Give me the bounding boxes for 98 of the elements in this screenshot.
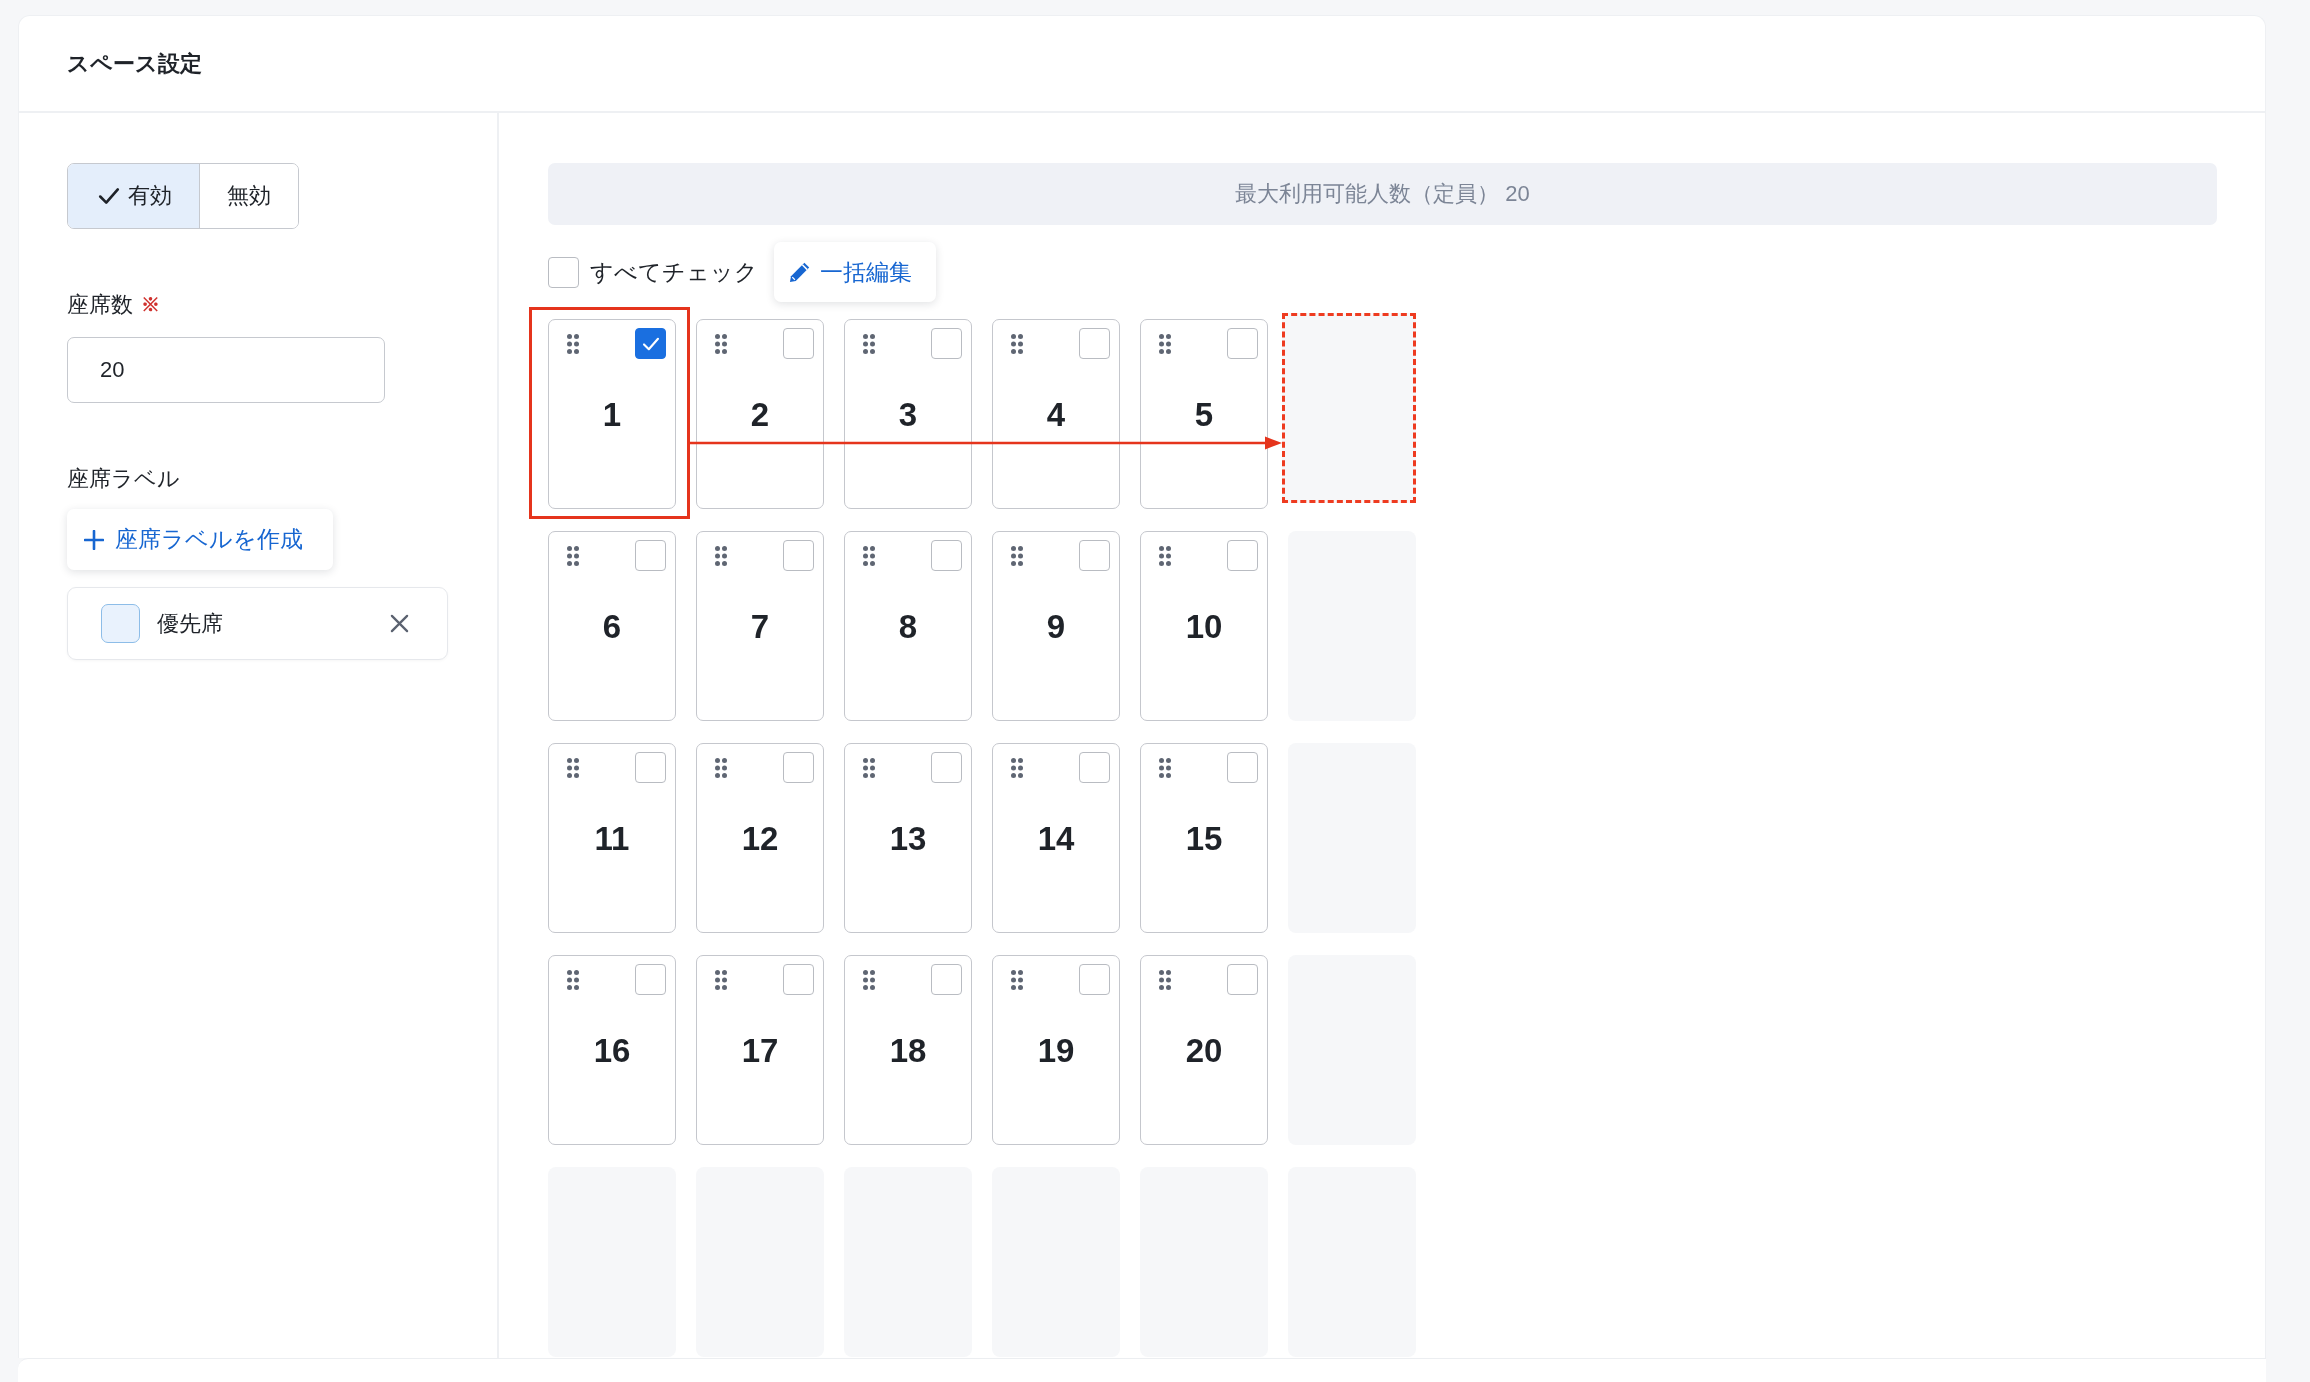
seat-checkbox[interactable] xyxy=(783,328,814,359)
seat-card[interactable]: 6 xyxy=(548,531,676,721)
drag-handle-icon[interactable] xyxy=(567,758,579,778)
seat-card[interactable]: 2 xyxy=(696,319,824,509)
seat-checkbox[interactable] xyxy=(635,752,666,783)
create-label-button[interactable]: 座席ラベルを作成 xyxy=(67,509,333,570)
check-icon xyxy=(641,336,660,351)
seat-card[interactable]: 20 xyxy=(1140,955,1268,1145)
seat-number: 16 xyxy=(593,1031,631,1071)
seat-card[interactable]: 4 xyxy=(992,319,1120,509)
seat-checkbox[interactable] xyxy=(783,540,814,571)
drag-handle-icon[interactable] xyxy=(1159,334,1171,354)
seat-number: 5 xyxy=(1194,395,1214,435)
drag-handle-icon[interactable] xyxy=(863,970,875,990)
seat-checkbox[interactable] xyxy=(1079,540,1110,571)
seat-label-name: 優先席 xyxy=(157,609,224,638)
seat-checkbox[interactable] xyxy=(1079,964,1110,995)
drag-handle-icon[interactable] xyxy=(863,758,875,778)
toggle-option[interactable]: 無効 xyxy=(199,164,298,228)
seat-count-field[interactable]: 20 xyxy=(67,337,385,403)
pencil-icon xyxy=(789,261,811,283)
drag-handle-icon[interactable] xyxy=(863,546,875,566)
seat-number: 3 xyxy=(898,395,918,435)
seat-card[interactable]: 18 xyxy=(844,955,972,1145)
seat-card[interactable]: 10 xyxy=(1140,531,1268,721)
seat-checkbox[interactable] xyxy=(1079,752,1110,783)
panel-title: スペース設定 xyxy=(67,49,202,78)
seat-number: 2 xyxy=(750,395,770,435)
seat-number: 6 xyxy=(602,607,622,647)
bulk-edit-button[interactable]: 一括編集 xyxy=(774,242,936,302)
seat-card[interactable]: 15 xyxy=(1140,743,1268,933)
seat-number: 12 xyxy=(741,819,779,859)
drag-handle-icon[interactable] xyxy=(715,758,727,778)
drag-handle-icon[interactable] xyxy=(1159,758,1171,778)
required-mark: ※ xyxy=(141,293,160,317)
seat-number: 7 xyxy=(750,607,770,647)
seat-card[interactable]: 13 xyxy=(844,743,972,933)
seat-card[interactable]: 12 xyxy=(696,743,824,933)
seat-card[interactable]: 7 xyxy=(696,531,824,721)
toggle-option[interactable]: 有効 xyxy=(68,164,199,228)
drag-handle-icon[interactable] xyxy=(1011,758,1023,778)
seat-card[interactable]: 11 xyxy=(548,743,676,933)
drag-handle-icon[interactable] xyxy=(567,970,579,990)
seat-checkbox[interactable] xyxy=(1227,964,1258,995)
seat-number: 9 xyxy=(1046,607,1066,647)
seat-card[interactable]: 3 xyxy=(844,319,972,509)
drag-handle-icon[interactable] xyxy=(715,546,727,566)
seat-checkbox[interactable] xyxy=(783,752,814,783)
field-label: 座席数 xyxy=(67,291,133,319)
seat-checkbox[interactable] xyxy=(635,540,666,571)
seat-checkbox[interactable] xyxy=(635,964,666,995)
drag-handle-icon[interactable] xyxy=(567,546,579,566)
drag-handle-icon[interactable] xyxy=(1011,546,1023,566)
drag-handle-icon[interactable] xyxy=(715,334,727,354)
field-label: 座席ラベル xyxy=(67,465,180,493)
seat-card[interactable]: 5 xyxy=(1140,319,1268,509)
seat-card[interactable]: 1 xyxy=(548,319,676,509)
seat-checkbox[interactable] xyxy=(1227,328,1258,359)
seat-checkbox[interactable] xyxy=(931,752,962,783)
drag-handle-icon[interactable] xyxy=(1159,970,1171,990)
seat-card[interactable]: 17 xyxy=(696,955,824,1145)
seat-checkbox[interactable] xyxy=(931,964,962,995)
seat-number: 18 xyxy=(889,1031,927,1071)
drag-handle-icon[interactable] xyxy=(1011,970,1023,990)
plus-icon xyxy=(84,529,104,550)
seat-checkbox[interactable] xyxy=(1227,752,1258,783)
select-all-label: すべてチェック xyxy=(590,257,758,287)
seat-card[interactable]: 9 xyxy=(992,531,1120,721)
seat-checkbox[interactable] xyxy=(931,328,962,359)
seat-card[interactable]: 8 xyxy=(844,531,972,721)
seat-number: 8 xyxy=(898,607,918,647)
seat-number: 4 xyxy=(1046,395,1066,435)
seat-checkbox[interactable] xyxy=(635,328,666,359)
drag-handle-icon[interactable] xyxy=(1011,334,1023,354)
seat-card[interactable]: 19 xyxy=(992,955,1120,1145)
seat-checkbox[interactable] xyxy=(931,540,962,571)
capacity-banner: 最大利用可能人数（定員） 20 xyxy=(548,163,2217,225)
seat-number: 20 xyxy=(1185,1031,1223,1071)
seat-checkbox[interactable] xyxy=(1079,328,1110,359)
drag-handle-icon[interactable] xyxy=(1159,546,1171,566)
drag-handle-icon[interactable] xyxy=(863,334,875,354)
seat-number: 15 xyxy=(1185,819,1223,859)
check-icon xyxy=(98,187,120,205)
drag-handle-icon[interactable] xyxy=(715,970,727,990)
seat-card[interactable]: 14 xyxy=(992,743,1120,933)
seat-number: 17 xyxy=(741,1031,779,1071)
close-icon[interactable] xyxy=(390,614,409,633)
seat-number: 11 xyxy=(594,819,630,859)
seat-checkbox[interactable] xyxy=(783,964,814,995)
select-all-checkbox[interactable] xyxy=(548,256,579,288)
seat-checkbox[interactable] xyxy=(1227,540,1258,571)
seat-number: 19 xyxy=(1037,1031,1075,1071)
seat-number: 1 xyxy=(602,395,622,435)
drag-handle-icon[interactable] xyxy=(567,334,579,354)
seat-number: 14 xyxy=(1037,819,1075,859)
seat-number: 13 xyxy=(889,819,927,859)
seat-card[interactable]: 16 xyxy=(548,955,676,1145)
seat-number: 10 xyxy=(1185,607,1223,647)
